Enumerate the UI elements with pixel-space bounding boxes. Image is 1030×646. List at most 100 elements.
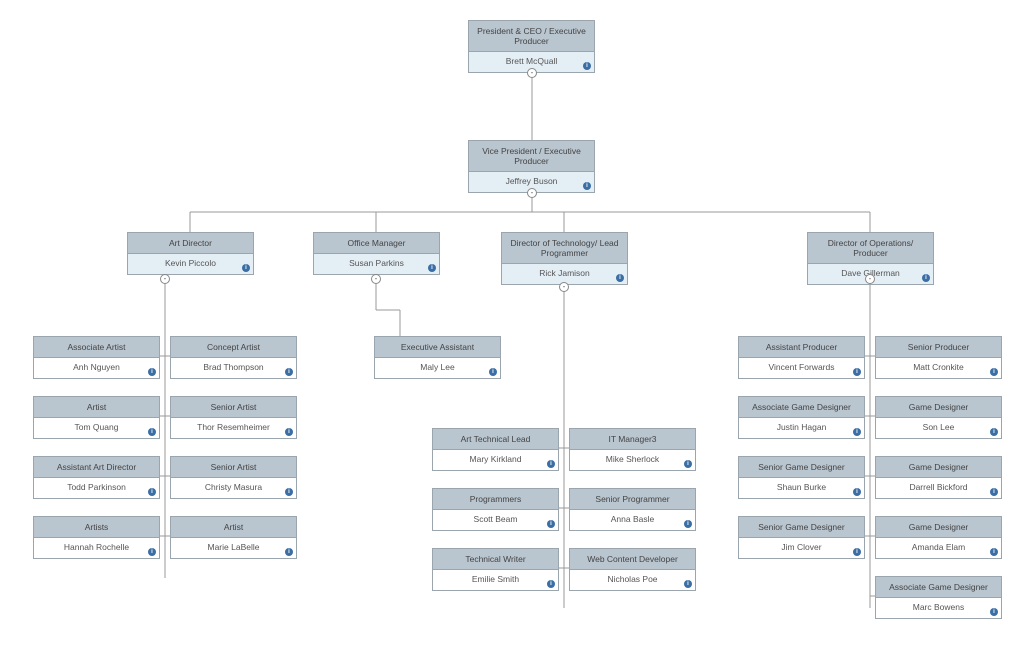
info-icon[interactable]: i (285, 548, 293, 556)
info-icon[interactable]: i (547, 580, 555, 588)
info-icon[interactable]: i (990, 488, 998, 496)
info-icon[interactable]: i (853, 548, 861, 556)
node-ops-child[interactable]: Senior ProducerMatt Cronkitei (875, 336, 1002, 379)
node-art-child[interactable]: ArtistMarie LaBellei (170, 516, 297, 559)
info-icon[interactable]: i (547, 460, 555, 468)
node-name: Kevin Piccoloi (128, 254, 253, 274)
node-title: IT Manager3 (570, 429, 695, 450)
info-icon[interactable]: i (489, 368, 497, 376)
node-name: Christy Masurai (171, 478, 296, 498)
node-name: Darrell Bickfordi (876, 478, 1001, 498)
node-name: Emilie Smithi (433, 570, 558, 590)
node-art-director[interactable]: Art Director Kevin Piccoloi (127, 232, 254, 275)
node-name: Vincent Forwardsi (739, 358, 864, 378)
node-ops-child[interactable]: Assistant ProducerVincent Forwardsi (738, 336, 865, 379)
node-name: Marie LaBellei (171, 538, 296, 558)
collapse-icon[interactable]: - (371, 274, 381, 284)
info-icon[interactable]: i (148, 488, 156, 496)
node-art-child[interactable]: Senior ArtistChristy Masurai (170, 456, 297, 499)
info-icon[interactable]: i (547, 520, 555, 528)
node-ops-child[interactable]: Associate Game DesignerJustin Hagani (738, 396, 865, 439)
node-art-child[interactable]: Associate ArtistAnh Nguyeni (33, 336, 160, 379)
node-tech-child[interactable]: Senior ProgrammerAnna Baslei (569, 488, 696, 531)
collapse-icon[interactable]: - (527, 188, 537, 198)
info-icon[interactable]: i (684, 580, 692, 588)
node-tech-child[interactable]: Art Technical LeadMary Kirklandi (432, 428, 559, 471)
node-name: Jim Cloveri (739, 538, 864, 558)
node-ops-child[interactable]: Game DesignerSon Leei (875, 396, 1002, 439)
collapse-icon[interactable]: - (160, 274, 170, 284)
node-title: Office Manager (314, 233, 439, 254)
node-name: Matt Cronkitei (876, 358, 1001, 378)
node-ops-child[interactable]: Game DesignerAmanda Elami (875, 516, 1002, 559)
node-name: Nicholas Poei (570, 570, 695, 590)
info-icon[interactable]: i (684, 520, 692, 528)
info-icon[interactable]: i (616, 274, 624, 282)
info-icon[interactable]: i (285, 488, 293, 496)
node-title: Programmers (433, 489, 558, 510)
node-title: Director of Operations/ Producer (808, 233, 933, 264)
node-tech-child[interactable]: IT Manager3Mike Sherlocki (569, 428, 696, 471)
info-icon[interactable]: i (990, 368, 998, 376)
node-ops-child[interactable]: Senior Game DesignerShaun Burkei (738, 456, 865, 499)
node-tech-director[interactable]: Director of Technology/ Lead Programmer … (501, 232, 628, 285)
node-art-child[interactable]: Assistant Art DirectorTodd Parkinsoni (33, 456, 160, 499)
collapse-icon[interactable]: - (527, 68, 537, 78)
node-ops-child[interactable]: Game DesignerDarrell Bickfordi (875, 456, 1002, 499)
info-icon[interactable]: i (853, 488, 861, 496)
info-icon[interactable]: i (990, 428, 998, 436)
node-name: Mary Kirklandi (433, 450, 558, 470)
node-ops-child[interactable]: Senior Game DesignerJim Cloveri (738, 516, 865, 559)
node-art-child[interactable]: Senior ArtistThor Resemheimeri (170, 396, 297, 439)
node-title: Vice President / Executive Producer (469, 141, 594, 172)
info-icon[interactable]: i (583, 182, 591, 190)
node-title: Director of Technology/ Lead Programmer (502, 233, 627, 264)
info-icon[interactable]: i (148, 428, 156, 436)
info-icon[interactable]: i (148, 368, 156, 376)
node-title: Senior Producer (876, 337, 1001, 358)
node-title: Assistant Art Director (34, 457, 159, 478)
info-icon[interactable]: i (990, 608, 998, 616)
node-art-child[interactable]: Concept ArtistBrad Thompsoni (170, 336, 297, 379)
node-name: Anna Baslei (570, 510, 695, 530)
info-icon[interactable]: i (684, 460, 692, 468)
node-ops-child[interactable]: Associate Game DesignerMarc Bowensi (875, 576, 1002, 619)
node-office-child[interactable]: Executive AssistantMaly Leei (374, 336, 501, 379)
node-title: Art Director (128, 233, 253, 254)
info-icon[interactable]: i (148, 548, 156, 556)
node-title: Assistant Producer (739, 337, 864, 358)
node-name: Tom Quangi (34, 418, 159, 438)
collapse-icon[interactable]: - (865, 274, 875, 284)
info-icon[interactable]: i (428, 264, 436, 272)
node-name: Todd Parkinsoni (34, 478, 159, 498)
node-vp[interactable]: Vice President / Executive Producer Jeff… (468, 140, 595, 193)
info-icon[interactable]: i (285, 428, 293, 436)
info-icon[interactable]: i (583, 62, 591, 70)
info-icon[interactable]: i (285, 368, 293, 376)
node-name: Hannah Rochellei (34, 538, 159, 558)
collapse-icon[interactable]: - (559, 282, 569, 292)
node-name: Anh Nguyeni (34, 358, 159, 378)
info-icon[interactable]: i (242, 264, 250, 272)
node-name: Justin Hagani (739, 418, 864, 438)
node-tech-child[interactable]: ProgrammersScott Beami (432, 488, 559, 531)
info-icon[interactable]: i (853, 428, 861, 436)
node-name: Scott Beami (433, 510, 558, 530)
node-office-manager[interactable]: Office Manager Susan Parkinsi (313, 232, 440, 275)
node-art-child[interactable]: ArtistsHannah Rochellei (33, 516, 160, 559)
info-icon[interactable]: i (853, 368, 861, 376)
node-name: Shaun Burkei (739, 478, 864, 498)
node-tech-child[interactable]: Web Content DeveloperNicholas Poei (569, 548, 696, 591)
info-icon[interactable]: i (990, 548, 998, 556)
node-title: Associate Artist (34, 337, 159, 358)
node-title: Game Designer (876, 397, 1001, 418)
node-title: Artist (34, 397, 159, 418)
node-title: Web Content Developer (570, 549, 695, 570)
node-name: Maly Leei (375, 358, 500, 378)
node-title: Game Designer (876, 457, 1001, 478)
node-ceo[interactable]: President & CEO / Executive Producer Bre… (468, 20, 595, 73)
node-art-child[interactable]: ArtistTom Quangi (33, 396, 160, 439)
node-tech-child[interactable]: Technical WriterEmilie Smithi (432, 548, 559, 591)
node-title: Artists (34, 517, 159, 538)
info-icon[interactable]: i (922, 274, 930, 282)
